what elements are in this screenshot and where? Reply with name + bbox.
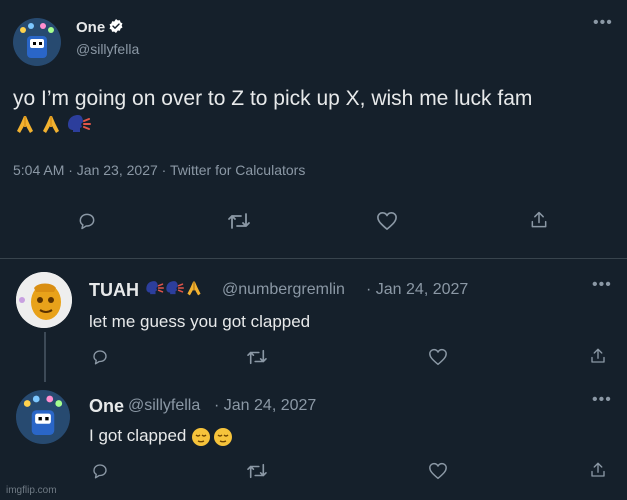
reply-icon[interactable] xyxy=(91,348,109,366)
avatar[interactable] xyxy=(16,272,72,328)
like-icon[interactable] xyxy=(428,348,448,366)
display-name[interactable]: One xyxy=(89,396,124,417)
speaking-head-icon xyxy=(146,281,164,295)
share-icon[interactable] xyxy=(529,210,549,230)
tweet-text: yo I’m going on over to Z to pick up X, … xyxy=(13,87,613,141)
speaking-head-icon xyxy=(166,281,184,295)
avatar-image xyxy=(16,390,70,444)
avatar[interactable] xyxy=(16,390,70,444)
folded-hands-icon xyxy=(17,116,33,133)
folded-hands-icon xyxy=(187,281,201,296)
thread-line xyxy=(44,332,46,382)
relieved-face-icon xyxy=(192,427,211,446)
retweet-icon[interactable] xyxy=(227,211,251,231)
share-icon[interactable] xyxy=(589,461,607,479)
share-icon[interactable] xyxy=(589,347,607,365)
retweet-icon[interactable] xyxy=(246,348,268,366)
tweet-emojis xyxy=(191,427,233,447)
verified-badge-icon xyxy=(109,19,123,33)
more-options-icon[interactable]: ••• xyxy=(592,276,612,294)
tweet-text-body: I got clapped xyxy=(89,426,187,445)
folded-hands-icon xyxy=(43,116,59,133)
tweet-text: let me guess you got clapped xyxy=(89,312,311,331)
speaking-head-icon xyxy=(68,115,91,132)
display-name[interactable]: One xyxy=(76,19,105,36)
name-emojis xyxy=(144,279,204,297)
tweet-date[interactable]: · Jan 24, 2027 xyxy=(366,281,468,299)
avatar-image xyxy=(13,18,61,66)
tweet-text: I got clapped xyxy=(89,426,233,447)
handle[interactable]: @numbergremlin xyxy=(222,281,345,299)
more-options-icon[interactable]: ••• xyxy=(593,14,613,32)
tweet-meta[interactable]: 5:04 AM · Jan 23, 2027 · Twitter for Cal… xyxy=(13,162,305,178)
retweet-icon[interactable] xyxy=(246,462,268,480)
handle[interactable]: @sillyfella xyxy=(76,41,139,57)
watermark: imgflip.com xyxy=(6,485,57,496)
reply-icon[interactable] xyxy=(77,211,97,231)
display-name[interactable]: TUAH xyxy=(89,280,139,301)
tweet-emojis xyxy=(13,113,91,135)
handle[interactable]: @sillyfella xyxy=(128,397,200,415)
avatar-image xyxy=(16,272,72,328)
tweet-text-body: yo I’m going on over to Z to pick up X, … xyxy=(13,87,533,110)
like-icon[interactable] xyxy=(428,462,448,480)
reply-icon[interactable] xyxy=(91,462,109,480)
more-options-icon[interactable]: ••• xyxy=(592,391,612,409)
relieved-face-icon xyxy=(214,427,233,446)
divider xyxy=(0,258,627,259)
avatar[interactable] xyxy=(13,18,61,66)
like-icon[interactable] xyxy=(376,211,398,231)
tweet-date[interactable]: · Jan 24, 2027 xyxy=(214,397,316,415)
